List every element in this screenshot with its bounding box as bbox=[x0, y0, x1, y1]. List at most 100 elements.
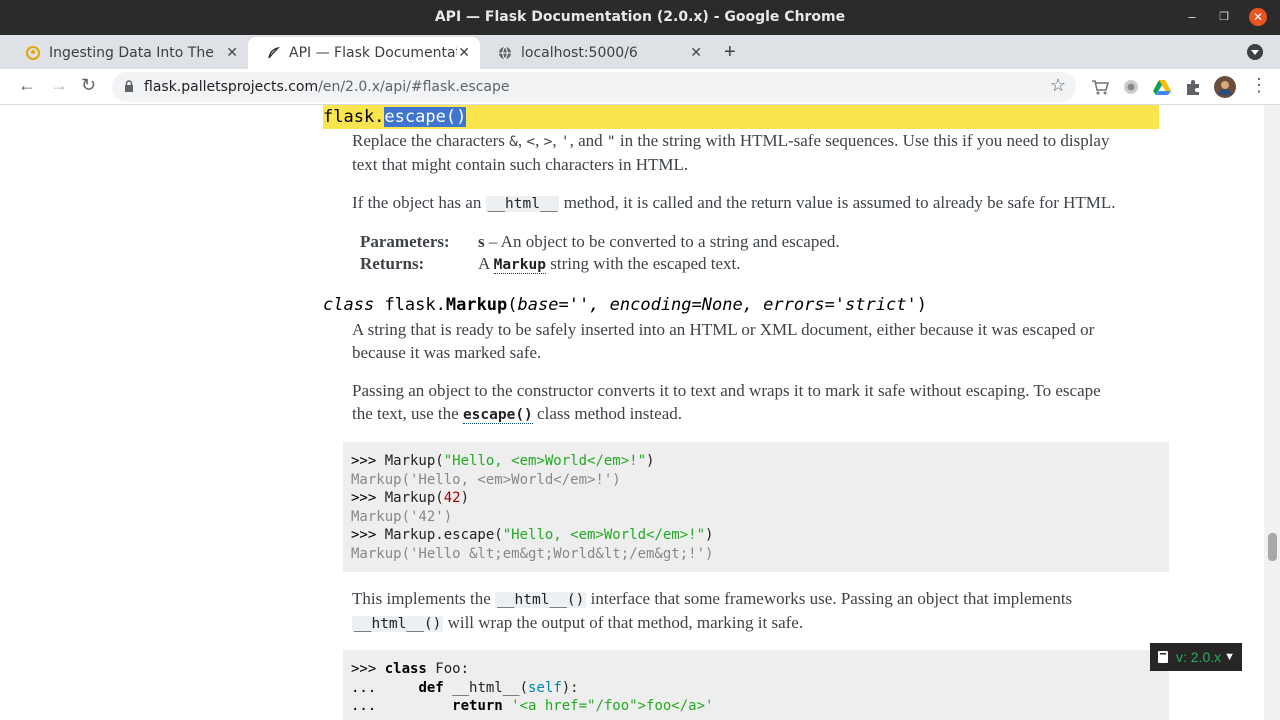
window-titlebar: API — Flask Documentation (2.0.x) - Goog… bbox=[0, 0, 1280, 35]
url-path: /en/2.0.x/api/#flask.escape bbox=[318, 79, 510, 95]
code-keyword: def bbox=[418, 679, 444, 696]
code-fn: Markup bbox=[384, 453, 436, 469]
returns-label: Returns: bbox=[360, 254, 425, 273]
html-interface-note: This implements the __html__() interface… bbox=[352, 588, 1162, 635]
desc-text: the text, use the bbox=[352, 403, 463, 423]
escape-html-note: If the object has an __html__ method, it… bbox=[352, 192, 1162, 216]
desc-text: because it was marked safe. bbox=[352, 342, 542, 362]
code-string: "Hello, <em>World</em>!" bbox=[443, 453, 647, 469]
close-window-button[interactable]: ✕ bbox=[1249, 8, 1267, 26]
markup-link[interactable]: Markup bbox=[493, 257, 546, 274]
desc-sep: , and bbox=[569, 131, 603, 150]
tab-strip: Ingesting Data Into The Cl ✕ API — Flask… bbox=[0, 35, 1280, 69]
tab-close-icon[interactable]: ✕ bbox=[226, 45, 238, 61]
code-keyword: class bbox=[384, 661, 427, 677]
code-output: Markup('Hello &lt;em&gt;World&lt;/em&gt;… bbox=[351, 545, 714, 562]
address-bar[interactable]: flask.palletsprojects.com/en/2.0.x/api/#… bbox=[112, 72, 1076, 102]
escape-method-link[interactable]: escape() bbox=[462, 406, 533, 424]
new-tab-button[interactable]: + bbox=[724, 41, 736, 64]
tab-flask-api[interactable]: API — Flask Documentati ✕ bbox=[248, 37, 480, 69]
version-label: v: 2.0.x bbox=[1176, 649, 1222, 665]
returns-value: A Markup string with the escaped text. bbox=[478, 253, 741, 277]
tab-close-icon[interactable]: ✕ bbox=[690, 45, 702, 61]
tab-label: Ingesting Data Into The Cl bbox=[49, 45, 219, 61]
code-prompt: >>> bbox=[351, 527, 385, 543]
circle-extension-icon[interactable] bbox=[1121, 77, 1141, 97]
code-prompt: ... bbox=[351, 679, 385, 696]
desc-text: Passing an object to the constructor con… bbox=[352, 381, 1101, 400]
sig-name: Markup bbox=[445, 295, 508, 315]
code-output: Markup('Hello, <em>World</em>!') bbox=[351, 471, 621, 488]
field-list: Parameters: s – An object to be converte… bbox=[360, 231, 1140, 277]
sig-params: base='', encoding=None, errors='strict' bbox=[517, 295, 917, 315]
desc-text: will wrap the output of that method, mar… bbox=[443, 612, 804, 632]
puzzle-extensions-icon[interactable] bbox=[1183, 77, 1203, 97]
code-prompt: ... bbox=[351, 698, 385, 714]
chrome-menu-icon[interactable]: ⋮ bbox=[1250, 75, 1268, 96]
returns-text: string with the escaped text. bbox=[545, 254, 741, 273]
tab-label: API — Flask Documentati bbox=[289, 45, 457, 61]
page-scrollbar[interactable] bbox=[1264, 105, 1280, 720]
profile-avatar-icon[interactable] bbox=[1214, 76, 1236, 98]
scrollbar-thumb[interactable] bbox=[1268, 533, 1277, 561]
window-title: API — Flask Documentation (2.0.x) - Goog… bbox=[434, 9, 846, 25]
escape-char-amp: & bbox=[509, 134, 518, 150]
google-drive-icon[interactable] bbox=[1152, 77, 1172, 97]
escape-char-lt: < bbox=[526, 134, 536, 150]
podcast-icon bbox=[26, 46, 40, 60]
markup-signature: class flask.Markup(base='', encoding=Non… bbox=[323, 293, 1159, 317]
code-prompt: >>> bbox=[351, 661, 385, 677]
reload-button[interactable]: ↻ bbox=[81, 75, 96, 96]
parameters-value: s – An object to be converted to a strin… bbox=[478, 231, 840, 254]
markup-constructor-note: Passing an object to the constructor con… bbox=[352, 380, 1162, 426]
back-button[interactable]: ← bbox=[18, 75, 36, 96]
tab-search-icon[interactable] bbox=[1247, 44, 1263, 60]
inline-code: __html__() bbox=[352, 615, 444, 632]
tab-close-icon[interactable]: ✕ bbox=[458, 45, 470, 61]
desc-text: method, it is called and the return valu… bbox=[559, 193, 1116, 212]
desc-sep: , bbox=[552, 131, 557, 150]
book-icon bbox=[1158, 651, 1168, 663]
bookmark-star-icon[interactable]: ☆ bbox=[1050, 75, 1066, 96]
chevron-down-icon: ▼ bbox=[1224, 651, 1236, 663]
param-desc: – An object to be converted to a string … bbox=[484, 232, 840, 251]
code-prompt: >>> bbox=[351, 490, 385, 506]
lock-icon bbox=[125, 80, 133, 92]
desc-text: If the object has an bbox=[352, 193, 486, 212]
desc-text: A string that is ready to be safely inse… bbox=[352, 320, 1095, 339]
page-content: flask.escape() Replace the characters &,… bbox=[0, 105, 1280, 720]
desc-sep: , bbox=[517, 131, 523, 150]
url-host: flask.palletsprojects.com bbox=[144, 79, 319, 95]
parameters-label: Parameters: bbox=[360, 232, 450, 251]
code-fn: Markup.escape bbox=[384, 527, 495, 543]
code-number: 42 bbox=[443, 490, 461, 506]
sig-module: flask. bbox=[384, 295, 446, 315]
code-class-name: Foo: bbox=[426, 661, 470, 677]
url-text[interactable]: flask.palletsprojects.com/en/2.0.x/api/#… bbox=[144, 79, 510, 95]
version-selector[interactable]: v: 2.0.x ▼ bbox=[1150, 643, 1242, 671]
flask-icon bbox=[268, 46, 280, 59]
cart-extension-icon[interactable] bbox=[1090, 77, 1110, 97]
desc-text: interface that some frameworks use. Pass… bbox=[586, 589, 1073, 608]
escape-sig-name: escape() bbox=[384, 107, 467, 127]
code-self: self bbox=[528, 679, 562, 696]
maximize-button[interactable]: ❐ bbox=[1215, 8, 1233, 26]
escape-sig-module: flask. bbox=[323, 107, 385, 127]
returns-text: A bbox=[478, 254, 494, 273]
tab-localhost[interactable]: localhost:5000/6 ✕ bbox=[480, 37, 712, 69]
sig-paren-open: ( bbox=[507, 295, 518, 315]
code-example-markup: >>> Markup("Hello, <em>World</em>!") Mar… bbox=[343, 442, 1169, 572]
forward-button[interactable]: → bbox=[50, 75, 68, 96]
escape-char-quot: " bbox=[606, 134, 616, 150]
minimize-button[interactable]: – bbox=[1183, 8, 1201, 26]
tab-ingesting-data[interactable]: Ingesting Data Into The Cl ✕ bbox=[8, 37, 248, 69]
tab-label: localhost:5000/6 bbox=[521, 45, 638, 61]
escape-signature: flask.escape() bbox=[323, 105, 1159, 129]
escape-description: Replace the characters &, <, >, ', and "… bbox=[352, 130, 1162, 176]
param-name: s bbox=[478, 232, 485, 251]
desc-text: This implements the bbox=[352, 589, 496, 608]
code-fn: __html__( bbox=[443, 679, 529, 696]
browser-toolbar: ← → ↻ flask.palletsprojects.com/en/2.0.x… bbox=[0, 69, 1280, 105]
code-output: Markup('42') bbox=[351, 508, 453, 525]
desc-text: text that might contain such characters … bbox=[352, 154, 689, 174]
